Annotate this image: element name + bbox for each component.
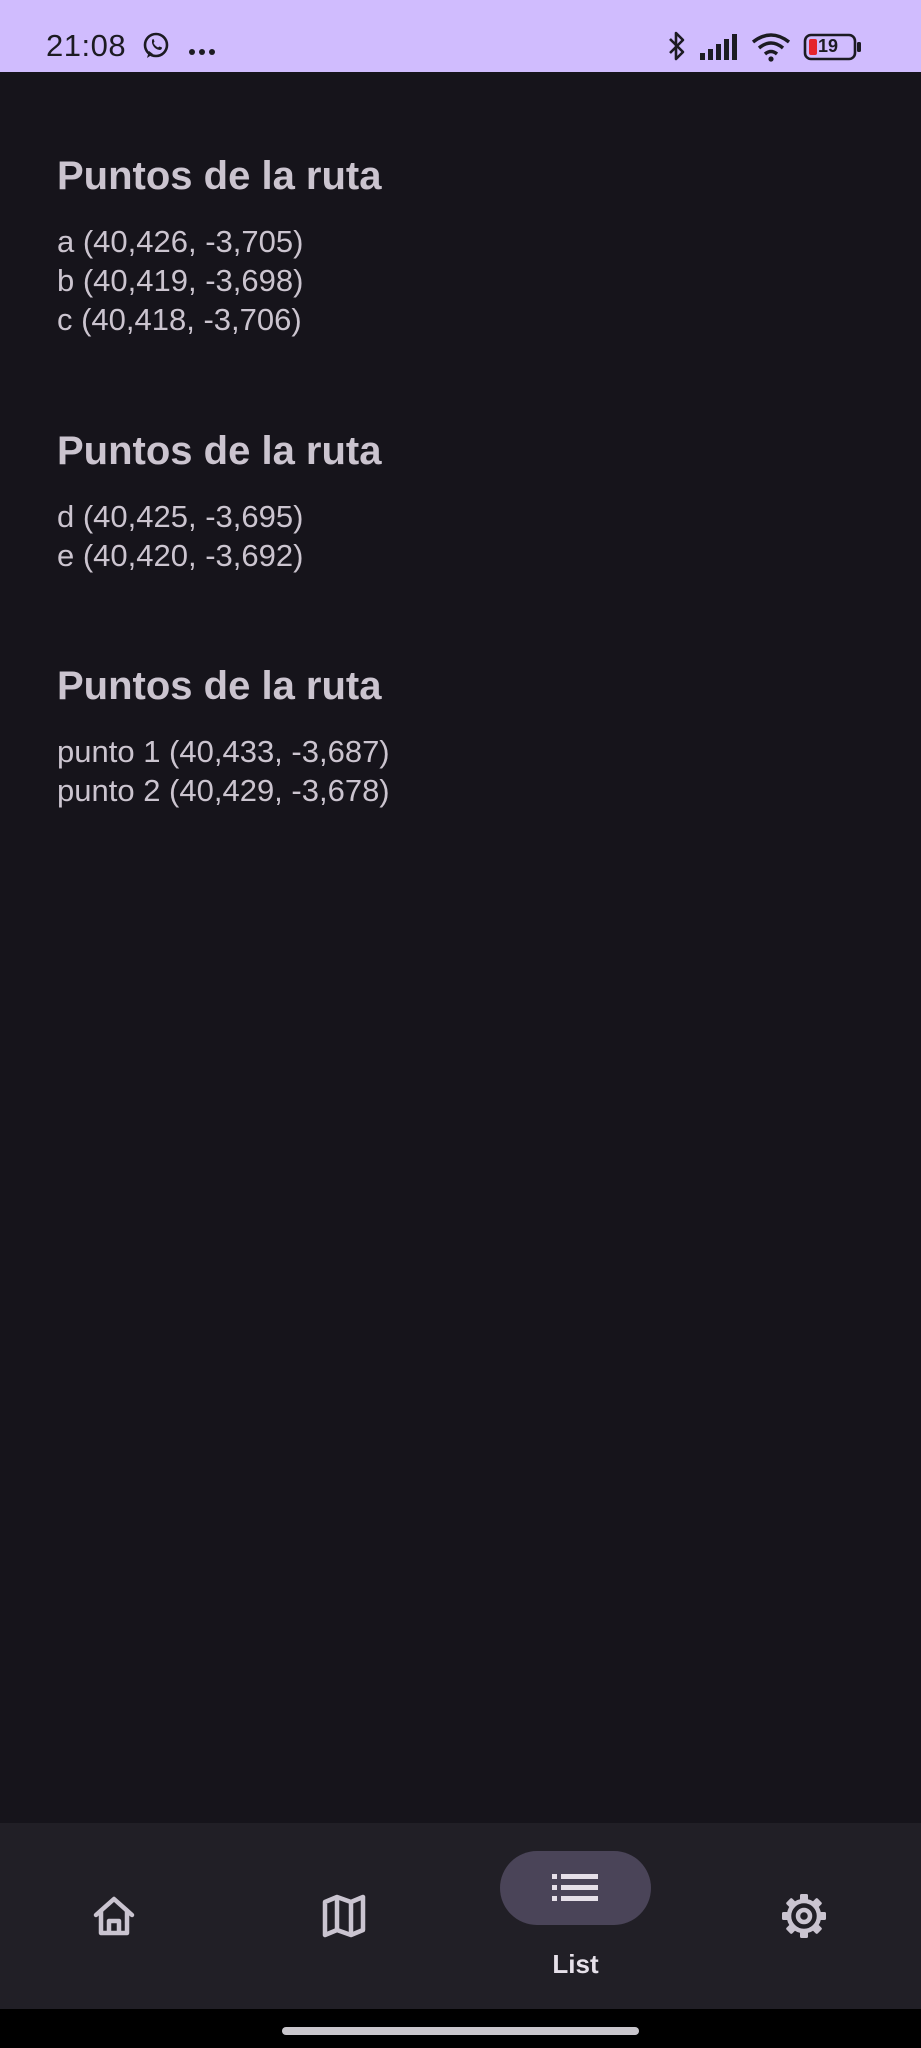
route-point: punto 1 (40,433, -3,687) (57, 734, 390, 769)
app-screen: 21:08 19 Puntos de la ruta a (40,426, -3… (0, 0, 921, 2048)
nav-item-home[interactable] (0, 1823, 230, 2009)
home-icon (91, 1893, 137, 1944)
whatsapp-icon (141, 31, 171, 66)
route-point: a (40,426, -3,705) (57, 224, 304, 259)
route-points: a (40,426, -3,705) b (40,419, -3,698) c … (57, 222, 877, 339)
battery-level-text: 19 (818, 36, 839, 56)
route-title: Puntos de la ruta (57, 429, 382, 473)
route-point: c (40,418, -3,706) (57, 302, 302, 337)
nav-item-settings[interactable] (690, 1823, 920, 2009)
status-bar: 21:08 19 (0, 0, 921, 72)
nav-item-map[interactable] (230, 1823, 460, 2009)
list-icon (551, 1871, 599, 1910)
nav-selected-indicator[interactable] (500, 1851, 651, 1925)
route-card: Puntos de la ruta punto 1 (40,433, -3,68… (57, 662, 877, 810)
wifi-icon (751, 32, 791, 67)
status-time: 21:08 (46, 28, 127, 63)
settings-icon (780, 1892, 828, 1945)
route-card: Puntos de la ruta a (40,426, -3,705) b (… (57, 152, 877, 339)
route-point: b (40,419, -3,698) (57, 263, 304, 298)
bluetooth-icon (666, 30, 688, 67)
route-point: d (40,425, -3,695) (57, 499, 304, 534)
gesture-handle[interactable] (282, 2027, 639, 2035)
route-point: punto 2 (40,429, -3,678) (57, 773, 390, 808)
route-points: punto 1 (40,433, -3,687) punto 2 (40,429… (57, 732, 877, 810)
more-dots-icon (189, 43, 215, 61)
signal-icon (699, 33, 741, 66)
route-card: Puntos de la ruta d (40,425, -3,695) e (… (57, 427, 877, 575)
nav-label-list[interactable]: List (500, 1949, 651, 1979)
map-icon (321, 1893, 367, 1944)
route-point: e (40,420, -3,692) (57, 538, 304, 573)
bottom-navigation-bar: List (0, 1823, 921, 2009)
route-title: Puntos de la ruta (57, 154, 382, 198)
gesture-navigation-area (0, 2009, 921, 2048)
route-points: d (40,425, -3,695) e (40,420, -3,692) (57, 497, 877, 575)
route-title: Puntos de la ruta (57, 664, 382, 708)
